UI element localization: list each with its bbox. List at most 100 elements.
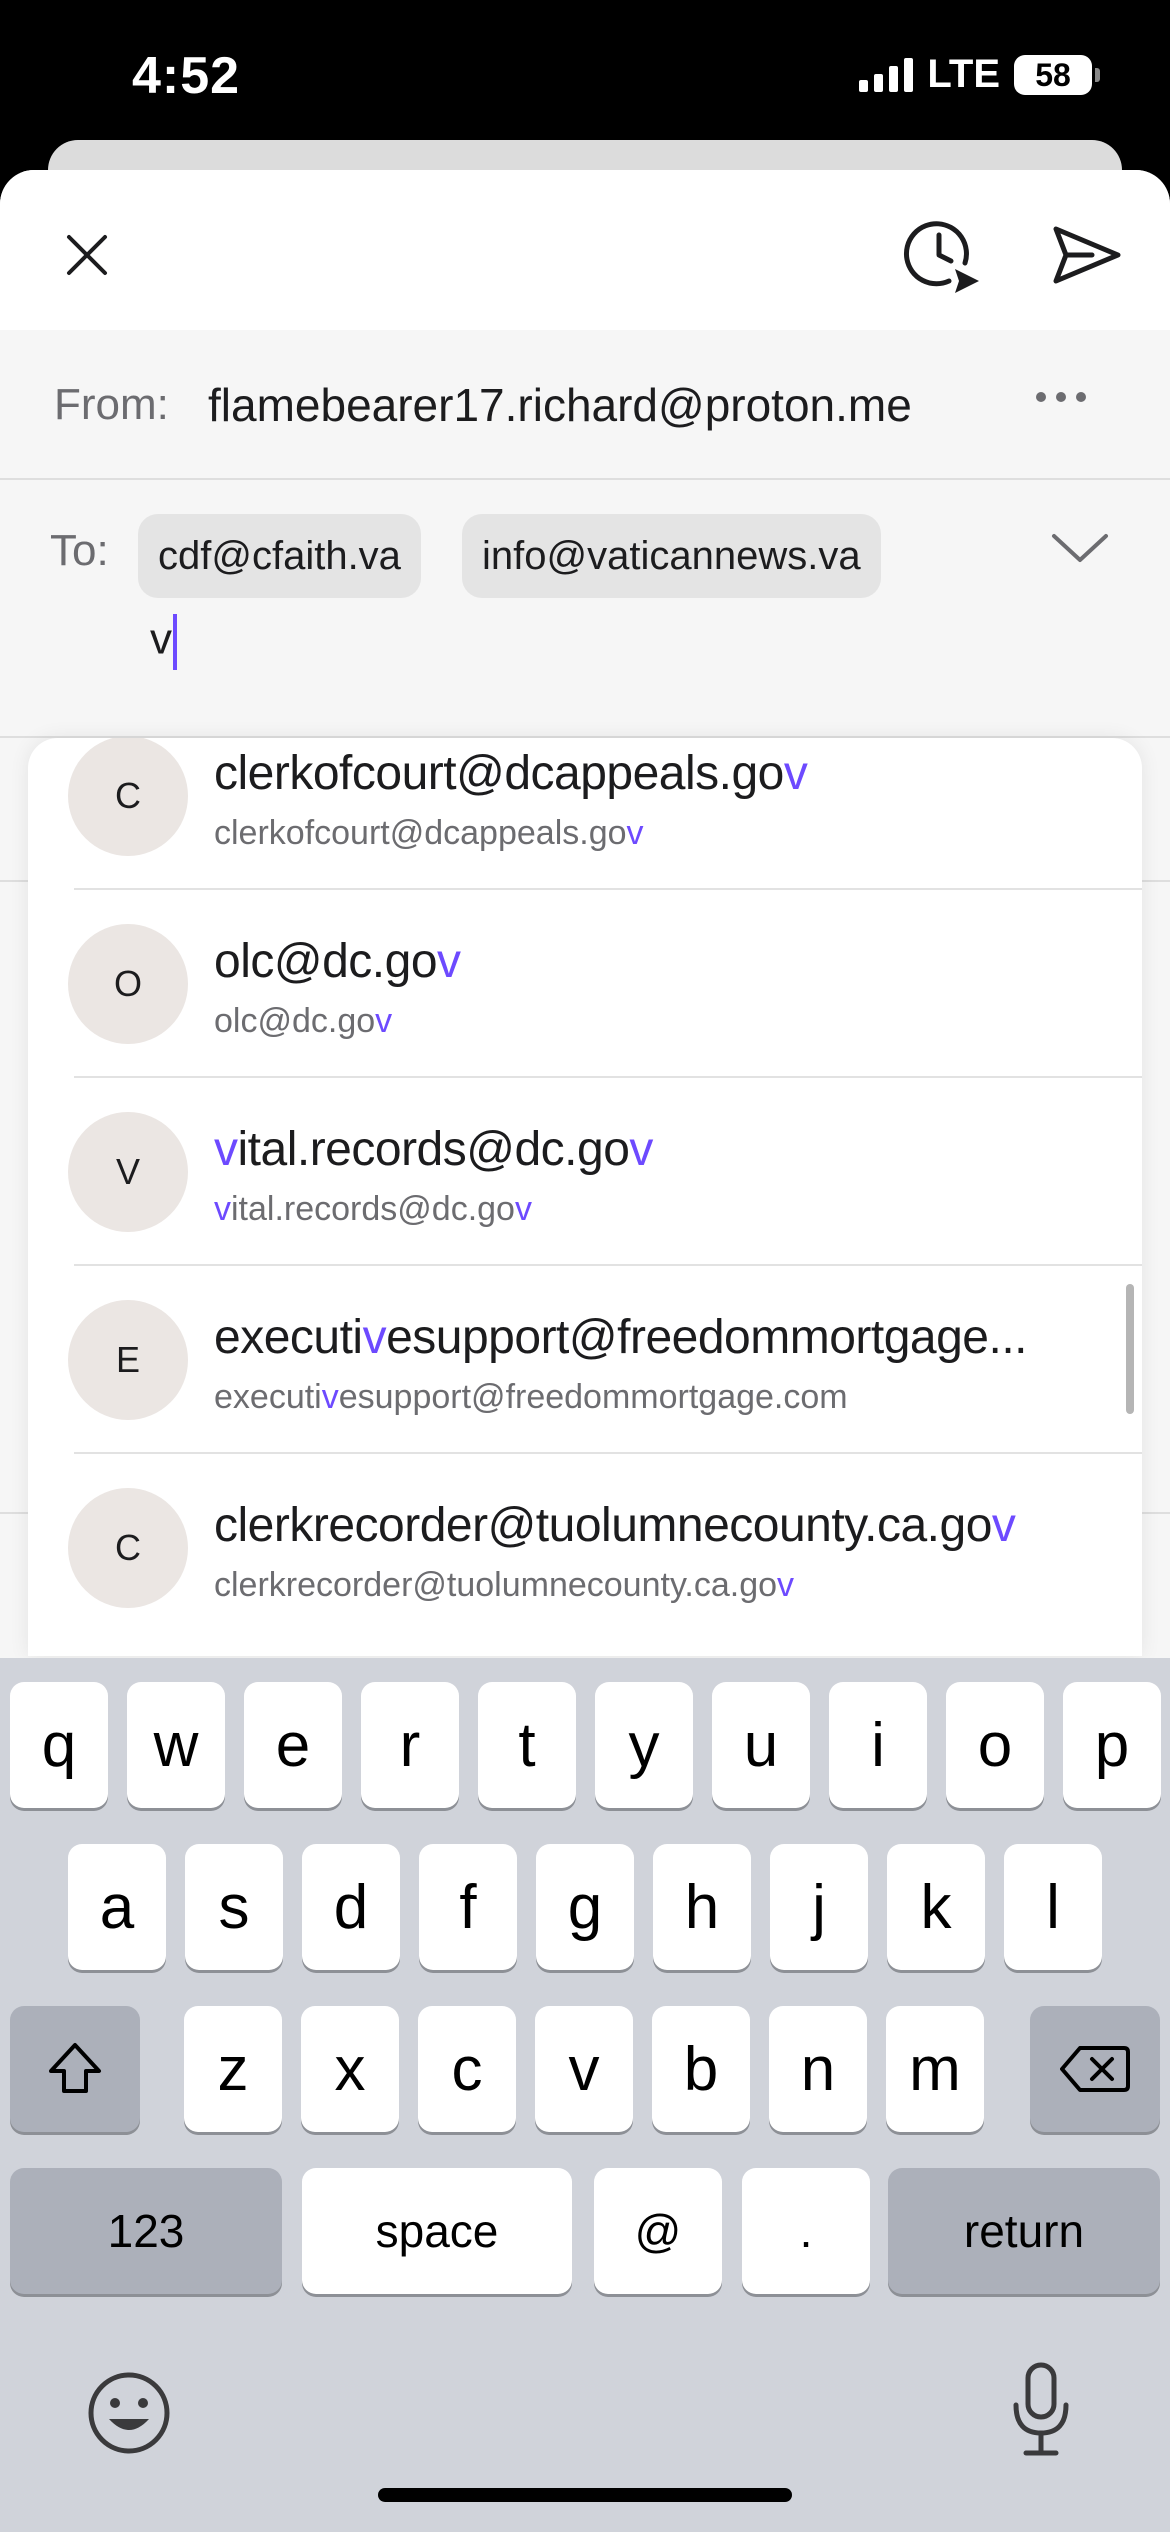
chevron-down-icon [1052, 534, 1108, 562]
match-highlight: v [626, 814, 644, 852]
contact-avatar: C [68, 1488, 188, 1608]
contact-avatar: O [68, 924, 188, 1044]
emoji-button[interactable] [84, 2368, 174, 2458]
suggestion-email: olc@dc.gov [214, 1002, 1114, 1041]
key-s[interactable]: s [185, 1844, 283, 1970]
emoji-icon [88, 2372, 170, 2454]
from-label: From: [54, 380, 169, 429]
send-button[interactable] [1044, 212, 1130, 298]
period-key[interactable]: . [742, 2168, 870, 2294]
key-m[interactable]: m [886, 2006, 984, 2132]
text-segment: olc@dc.go [214, 1002, 376, 1040]
suggestion-item[interactable]: Vvital.records@dc.gov vital.records@dc.go… [28, 1078, 1142, 1266]
key-i[interactable]: i [829, 1682, 927, 1808]
key-w[interactable]: w [127, 1682, 225, 1808]
from-row[interactable]: From: flamebearer17.richard@proton.me [0, 330, 1170, 480]
text-cursor [173, 614, 177, 670]
home-indicator[interactable] [378, 2488, 792, 2502]
key-u[interactable]: u [712, 1682, 810, 1808]
key-q[interactable]: q [10, 1682, 108, 1808]
text-segment: executi [214, 1311, 363, 1364]
recipient-chip[interactable]: info@vaticannews.va [462, 514, 881, 598]
to-input-text: v [150, 614, 172, 664]
key-n[interactable]: n [769, 2006, 867, 2132]
key-z[interactable]: z [184, 2006, 282, 2132]
key-j[interactable]: j [770, 1844, 868, 1970]
match-highlight: v [991, 1499, 1016, 1552]
key-f[interactable]: f [419, 1844, 517, 1970]
key-x[interactable]: x [301, 2006, 399, 2132]
text-segment: clerkrecorder@tuolumnecounty.ca.go [214, 1566, 778, 1604]
suggestion-item[interactable]: Eexecutivesupport@freedommortgage... exec… [28, 1266, 1142, 1454]
close-button[interactable] [52, 220, 122, 290]
key-e[interactable]: e [244, 1682, 342, 1808]
text-segment: ital.records@dc.go [237, 1123, 630, 1176]
to-label: To: [50, 526, 109, 575]
match-highlight: v [321, 1378, 339, 1416]
text-segment: clerkofcourt@dcappeals.go [214, 814, 627, 852]
recipient-suggestions: Cclerkofcourt@dcappeals.gov clerkofcourt@… [28, 738, 1142, 1656]
match-highlight: v [629, 1123, 653, 1176]
close-icon [67, 235, 107, 275]
space-key[interactable]: space [302, 2168, 572, 2294]
text-segment: esupport@freedommortgage... [386, 1311, 1027, 1364]
to-row: To: cdf@cfaith.va info@vaticannews.va v [0, 482, 1170, 738]
key-t[interactable]: t [478, 1682, 576, 1808]
key-c[interactable]: c [418, 2006, 516, 2132]
send-icon [1053, 226, 1121, 284]
key-h[interactable]: h [653, 1844, 751, 1970]
at-key[interactable]: @ [594, 2168, 722, 2294]
dictation-button[interactable] [1006, 2360, 1076, 2460]
delete-key[interactable] [1030, 2006, 1160, 2132]
key-k[interactable]: k [887, 1844, 985, 1970]
cellular-signal-icon [859, 57, 914, 92]
schedule-send-button[interactable] [898, 210, 988, 300]
text-segment: esupport@freedommortgage.com [338, 1378, 848, 1416]
status-indicators: LTE 58 [859, 52, 1100, 97]
key-d[interactable]: d [302, 1844, 400, 1970]
suggestion-email: vital.records@dc.gov [214, 1190, 1114, 1229]
text-segment: executi [214, 1378, 322, 1416]
numbers-key[interactable]: 123 [10, 2168, 282, 2294]
to-input[interactable]: v [150, 614, 177, 670]
suggestion-name: executivesupport@freedommortgage... [214, 1310, 1114, 1365]
expand-recipients-button[interactable] [1040, 522, 1120, 572]
keyboard: q w e r t y u i o p a s d f g h j k l z x c v b n m 123 space @. retu… [0, 1658, 1170, 2532]
match-highlight: v [375, 1002, 393, 1040]
match-highlight: v [783, 747, 808, 800]
key-y[interactable]: y [595, 1682, 693, 1808]
suggestion-email: clerkrecorder@tuolumnecounty.ca.gov [214, 1566, 1114, 1605]
suggestion-email: clerkofcourt@dcappeals.gov [214, 814, 1114, 853]
key-r[interactable]: r [361, 1682, 459, 1808]
key-g[interactable]: g [536, 1844, 634, 1970]
key-o[interactable]: o [946, 1682, 1044, 1808]
microphone-icon [1013, 2362, 1069, 2456]
suggestion-name: vital.records@dc.gov [214, 1122, 1114, 1177]
text-segment: ital.records@dc.go [231, 1190, 515, 1228]
network-type: LTE [927, 52, 1000, 96]
status-bar: 4:52 LTE 58 [0, 0, 1170, 150]
suggestion-item[interactable]: Cclerkofcourt@dcappeals.gov clerkofcourt@… [28, 738, 1142, 890]
battery-icon: 58 [1014, 54, 1100, 95]
key-a[interactable]: a [68, 1844, 166, 1970]
recipient-chip[interactable]: cdf@cfaith.va [138, 514, 421, 598]
shift-key[interactable] [10, 2006, 140, 2132]
contact-avatar: E [68, 1300, 188, 1420]
contact-avatar: C [68, 738, 188, 856]
key-p[interactable]: p [1063, 1682, 1161, 1808]
suggestion-item[interactable]: Oolc@dc.gov olc@dc.gov [28, 890, 1142, 1078]
more-options-icon[interactable] [1036, 392, 1086, 402]
from-address[interactable]: flamebearer17.richard@proton.me [208, 378, 912, 432]
compose-toolbar [0, 170, 1170, 330]
suggestion-item[interactable]: Cclerkrecorder@tuolumnecounty.ca.gov cler… [28, 1454, 1142, 1642]
match-highlight: v [362, 1311, 387, 1364]
scrollbar[interactable] [1126, 1284, 1134, 1414]
suggestion-email: executivesupport@freedommortgage.com [214, 1378, 1114, 1417]
return-key[interactable]: return [888, 2168, 1160, 2294]
match-highlight: v [437, 935, 461, 988]
key-b[interactable]: b [652, 2006, 750, 2132]
match-highlight: v [514, 1190, 532, 1228]
status-time: 4:52 [132, 47, 241, 105]
key-l[interactable]: l [1004, 1844, 1102, 1970]
key-v[interactable]: v [535, 2006, 633, 2132]
